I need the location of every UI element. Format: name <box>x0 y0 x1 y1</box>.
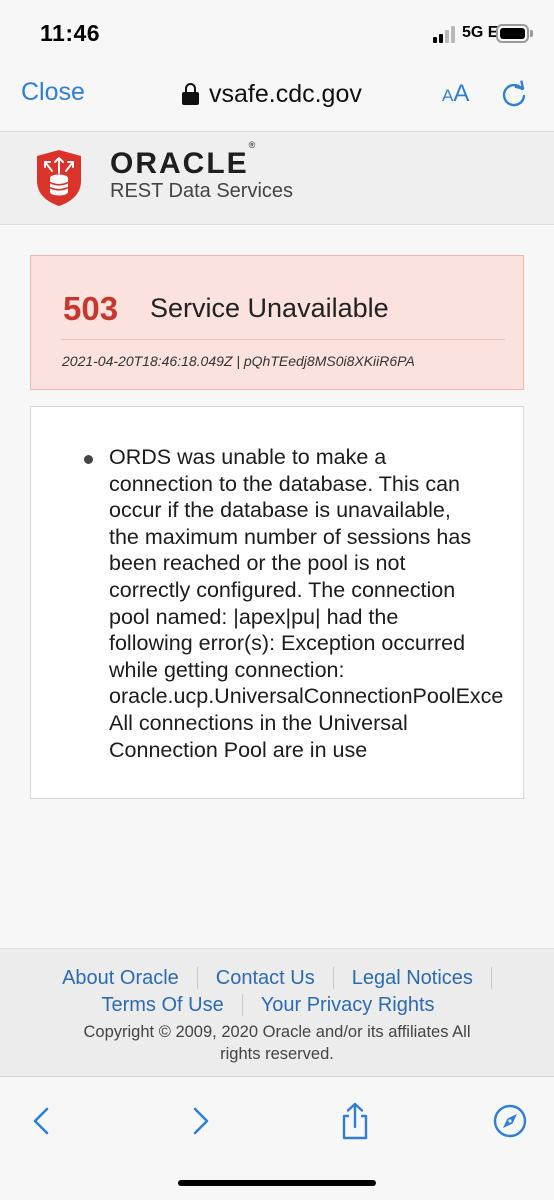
message-line: connection to the database. This can <box>109 471 461 496</box>
aa-small-letter: A <box>442 86 454 105</box>
error-banner: 503 Service Unavailable 2021-04-20T18:46… <box>30 255 524 390</box>
close-button[interactable]: Close <box>21 78 85 107</box>
browser-address-bar: Close vsafe.cdc.gov AA <box>0 66 554 132</box>
error-message-item: ORDS was unable to make a connection to … <box>79 444 523 763</box>
network-type-label: 5G E <box>462 24 499 41</box>
cellular-signal-icon <box>433 26 459 43</box>
message-line: pool named: |apex|pu| had the <box>109 604 399 629</box>
error-message-panel: ORDS was unable to make a connection to … <box>30 406 524 799</box>
message-line: following error(s): Exception occurred <box>109 631 466 656</box>
footer-link-about-oracle[interactable]: About Oracle <box>62 967 198 989</box>
reload-icon[interactable] <box>499 80 529 110</box>
reader-text-size-button[interactable]: AA <box>442 80 469 108</box>
status-time: 11:46 <box>40 20 101 46</box>
error-message-list: ORDS was unable to make a connection to … <box>79 444 523 763</box>
error-title: Service Unavailable <box>150 293 389 323</box>
footer-links-row: Terms Of Use Your Privacy Rights <box>0 994 554 1016</box>
error-divider <box>61 339 505 340</box>
forward-arrow-icon[interactable] <box>180 1101 220 1141</box>
footer-link-privacy-rights[interactable]: Your Privacy Rights <box>243 994 453 1016</box>
message-line: the maximum number of sessions has <box>109 524 472 549</box>
error-code: 503 <box>63 290 119 327</box>
message-line: while getting connection: <box>109 657 345 682</box>
page-footer: About Oracle Contact Us Legal Notices Te… <box>0 948 554 1076</box>
error-timestamp-id: 2021-04-20T18:46:18.049Z | pQhTEedj8MS0i… <box>62 353 415 369</box>
url-field[interactable]: vsafe.cdc.gov <box>182 78 362 110</box>
message-line: occur if the database is unavailable, <box>109 498 451 523</box>
status-bar: 11:46 5G E <box>0 0 554 66</box>
battery-icon <box>496 24 529 43</box>
oracle-wordmark: ORACLE® <box>110 140 256 180</box>
ords-subtitle: REST Data Services <box>110 180 294 202</box>
message-line: ORDS was unable to make a <box>109 445 387 469</box>
bullet-icon <box>84 455 93 464</box>
copyright-notice: Copyright © 2009, 2020 Oracle and/or its… <box>40 1021 514 1065</box>
footer-link-legal-notices[interactable]: Legal Notices <box>334 967 492 989</box>
message-line: oracle.ucp.UniversalConnectionPoolExce <box>109 684 504 709</box>
message-line: All connections in the Universal <box>109 710 408 735</box>
footer-link-contact-us[interactable]: Contact Us <box>198 967 334 989</box>
message-line: been reached or the pool is not <box>109 551 406 576</box>
footer-link-terms-of-use[interactable]: Terms Of Use <box>101 994 243 1016</box>
aa-big-letter: A <box>453 80 470 107</box>
url-text: vsafe.cdc.gov <box>209 79 362 108</box>
compass-icon[interactable] <box>490 1101 530 1141</box>
ords-header: ORACLE® REST Data Services <box>0 133 554 225</box>
battery-cap <box>530 30 533 37</box>
message-line: Connection Pool are in use <box>109 737 368 762</box>
share-icon[interactable] <box>335 1101 375 1141</box>
home-indicator <box>178 1180 376 1186</box>
copyright-line: rights reserved. <box>220 1045 334 1063</box>
back-arrow-icon[interactable] <box>22 1101 62 1141</box>
web-page: ORACLE® REST Data Services 503 Service U… <box>0 133 554 947</box>
ords-shield-database-icon <box>37 150 81 206</box>
lock-icon <box>182 83 199 105</box>
footer-links-row: About Oracle Contact Us Legal Notices <box>0 967 554 989</box>
copyright-line: Copyright © 2009, 2020 Oracle and/or its… <box>83 1023 471 1041</box>
message-line: correctly configured. The connection <box>109 577 456 602</box>
